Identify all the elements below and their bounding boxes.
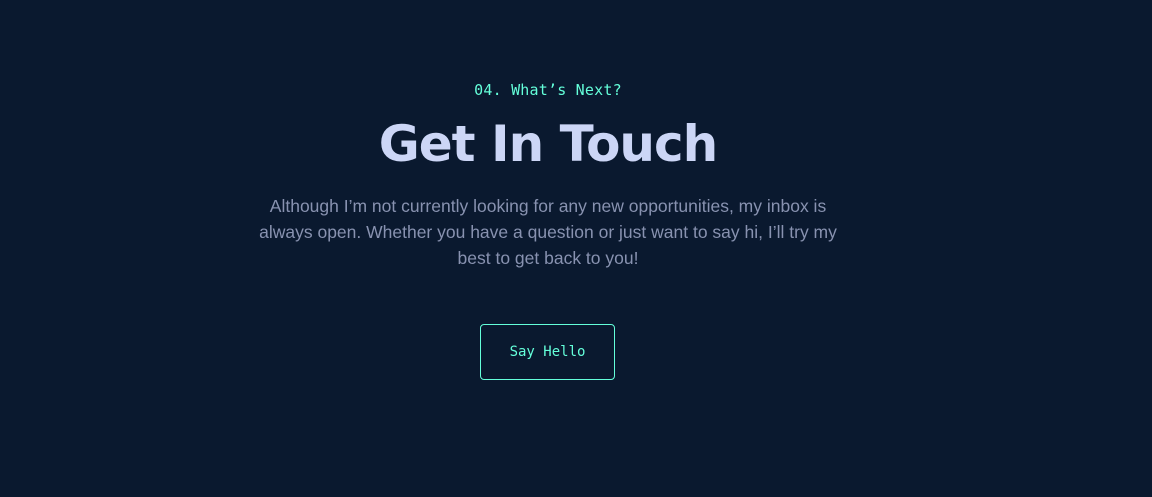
section-overline: 04. What’s Next?	[474, 81, 622, 99]
contact-section: 04. What’s Next? Get In Touch Although I…	[0, 0, 1152, 497]
say-hello-button[interactable]: Say Hello	[480, 324, 615, 380]
section-title: Get In Touch	[378, 115, 719, 173]
section-description: Although I’m not currently looking for a…	[259, 196, 837, 268]
